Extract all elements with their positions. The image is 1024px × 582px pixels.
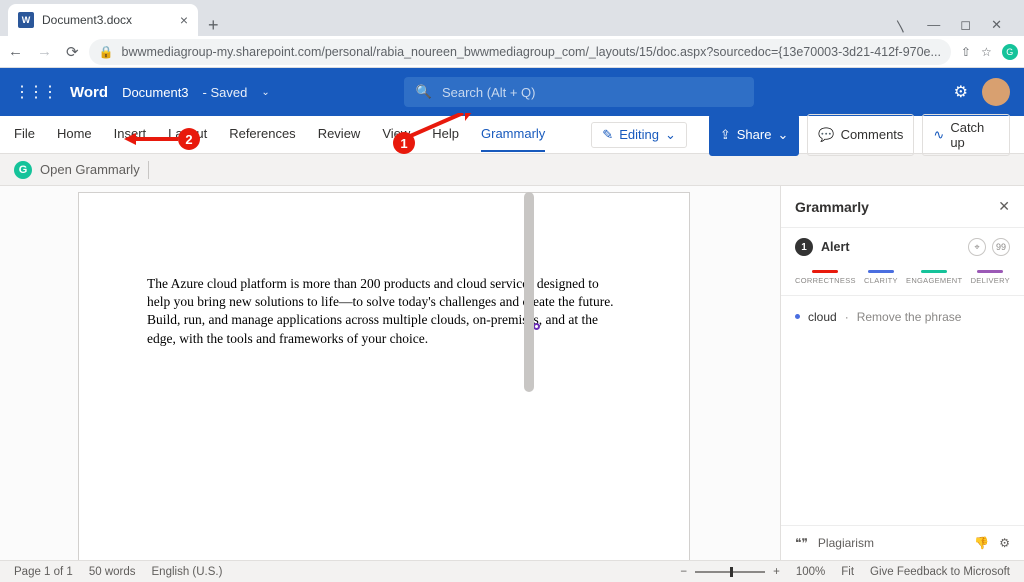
catchup-icon: ∿ — [933, 127, 944, 143]
document-body-text[interactable]: The Azure cloud platform is more than 20… — [147, 275, 621, 348]
cat-engagement[interactable]: ENGAGEMENT — [906, 270, 962, 285]
app-name: Word — [70, 84, 108, 101]
chevron-down-icon: ⌄ — [777, 127, 788, 143]
share-icon: ⇪ — [720, 127, 731, 143]
user-avatar[interactable] — [982, 78, 1010, 106]
grammarly-marker-icon[interactable] — [533, 323, 540, 330]
feedback-link[interactable]: Give Feedback to Microsoft — [870, 566, 1010, 578]
search-placeholder: Search (Alt + Q) — [442, 85, 536, 100]
annotation-arrow-1: 1 — [393, 132, 415, 154]
annotation-arrow-2: 2 — [124, 128, 200, 150]
back-icon[interactable]: ← — [8, 43, 23, 61]
app-launcher-icon[interactable]: ⋮⋮⋮ — [14, 82, 56, 102]
zoom-slider[interactable] — [695, 571, 765, 573]
save-status: - Saved — [203, 85, 248, 100]
cat-delivery[interactable]: DELIVERY — [971, 270, 1010, 285]
grammarly-logo-icon: G — [14, 161, 32, 179]
open-grammarly-button[interactable]: Open Grammarly — [40, 162, 140, 177]
editing-mode-button[interactable]: ✎ Editing ⌄ — [591, 122, 687, 148]
grammarly-ext-icon[interactable]: G — [1002, 44, 1018, 60]
grammarly-panel: Grammarly ✕ 1 Alert ⌖ 99 CORRECTNESS CLA… — [780, 186, 1024, 560]
line-icon[interactable]: — — [927, 17, 940, 36]
browser-tab[interactable]: W Document3.docx × — [8, 4, 198, 36]
document-area: The Azure cloud platform is more than 20… — [0, 186, 780, 560]
new-tab-button[interactable]: + — [198, 15, 229, 36]
url-text: bwwmediagroup-my.sharepoint.com/personal… — [122, 45, 941, 59]
reload-icon[interactable]: ⟳ — [66, 43, 79, 61]
alert-count-badge: 1 — [795, 238, 813, 256]
grammarly-subbar: G Open Grammarly — [0, 154, 1024, 186]
catch-up-button[interactable]: ∿ Catch up — [922, 114, 1010, 156]
plagiarism-button[interactable]: Plagiarism — [818, 536, 874, 550]
close-panel-icon[interactable]: ✕ — [998, 198, 1010, 215]
extension-icons: G ⛨ ✦ ▯ R ⋮ — [1002, 44, 1024, 60]
word-favicon-icon: W — [18, 12, 34, 28]
chevron-down-icon: ⌄ — [665, 127, 676, 143]
tab-title: Document3.docx — [42, 13, 172, 27]
alert-label: Alert — [821, 240, 960, 254]
tab-file[interactable]: File — [14, 117, 35, 152]
grammarly-categories: CORRECTNESS CLARITY ENGAGEMENT DELIVERY — [781, 266, 1024, 296]
language-indicator[interactable]: English (U.S.) — [152, 566, 223, 578]
zoom-level[interactable]: 100% — [796, 566, 825, 578]
cat-clarity[interactable]: CLARITY — [864, 270, 898, 285]
suggestion-dot-icon — [795, 314, 800, 319]
comment-icon: 💬 — [818, 127, 834, 143]
search-icon: 🔍 — [416, 84, 432, 100]
share-button[interactable]: ⇪ Share ⌄ — [709, 114, 800, 156]
document-page[interactable]: The Azure cloud platform is more than 20… — [78, 192, 690, 560]
tab-home[interactable]: Home — [57, 117, 92, 152]
fit-button[interactable]: Fit — [841, 566, 854, 578]
scrollbar[interactable] — [524, 192, 534, 392]
tab-review[interactable]: Review — [318, 117, 361, 152]
zoom-in-icon[interactable]: + — [773, 566, 780, 578]
zoom-control[interactable]: − + — [680, 566, 779, 578]
doc-menu-chevron-icon[interactable]: ⌄ — [261, 87, 269, 98]
close-window-icon[interactable]: ✕ — [991, 17, 1002, 36]
divider — [148, 161, 149, 179]
close-tab-icon[interactable]: × — [180, 12, 188, 28]
url-field[interactable]: 🔒 bwwmediagroup-my.sharepoint.com/person… — [89, 39, 951, 65]
forward-icon: → — [37, 43, 52, 61]
browser-tab-strip: W Document3.docx × + 〵 — ◻ ✕ — [0, 0, 1024, 36]
word-header: ⋮⋮⋮ Word Document3 - Saved ⌄ 🔍 Search (A… — [0, 68, 1024, 116]
lock-icon: 🔒 — [99, 45, 114, 59]
tab-grammarly[interactable]: Grammarly — [481, 117, 545, 152]
share-url-icon[interactable]: ⇧ — [961, 45, 971, 59]
dislike-icon[interactable]: 👎 — [974, 536, 989, 550]
settings-gear-icon[interactable]: ⚙ — [954, 82, 968, 102]
minimize-icon[interactable]: 〵 — [894, 17, 907, 36]
comments-button[interactable]: 💬 Comments — [807, 114, 914, 156]
score-badge[interactable]: 99 — [992, 238, 1010, 256]
panel-settings-icon[interactable]: ⚙ — [999, 536, 1010, 550]
tab-references[interactable]: References — [229, 117, 295, 152]
panel-title: Grammarly — [795, 199, 998, 215]
maximize-icon[interactable]: ◻ — [960, 17, 971, 36]
document-name[interactable]: Document3 — [122, 85, 188, 100]
plagiarism-icon: ❝❞ — [795, 536, 808, 550]
word-count[interactable]: 50 words — [89, 566, 136, 578]
window-controls: 〵 — ◻ ✕ — [880, 17, 1016, 36]
address-bar: ← → ⟳ 🔒 bwwmediagroup-my.sharepoint.com/… — [0, 36, 1024, 68]
bookmark-icon[interactable]: ☆ — [981, 45, 992, 59]
status-bar: Page 1 of 1 50 words English (U.S.) − + … — [0, 560, 1024, 582]
page-indicator[interactable]: Page 1 of 1 — [14, 566, 73, 578]
zoom-out-icon[interactable]: − — [680, 566, 687, 578]
cat-correctness[interactable]: CORRECTNESS — [795, 270, 856, 285]
workspace: The Azure cloud platform is more than 20… — [0, 186, 1024, 560]
search-input[interactable]: 🔍 Search (Alt + Q) — [404, 77, 754, 107]
goals-icon[interactable]: ⌖ — [968, 238, 986, 256]
suggestion-item[interactable]: cloud · Remove the phrase — [781, 296, 1024, 338]
pencil-icon: ✎ — [602, 127, 613, 143]
